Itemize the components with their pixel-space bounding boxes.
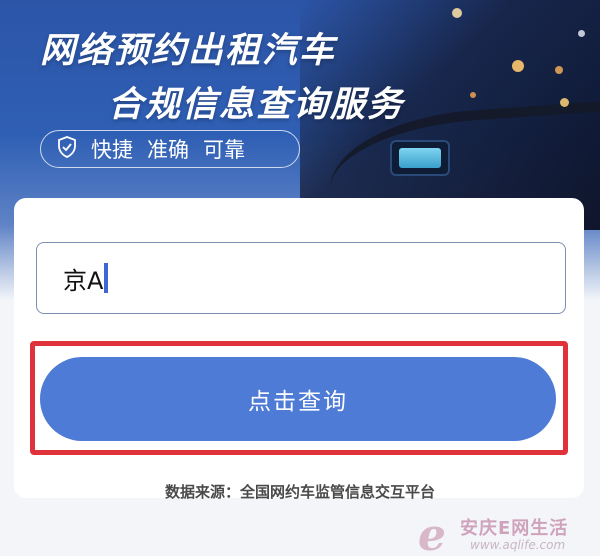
dashboard-display	[390, 140, 450, 176]
shield-check-icon	[57, 135, 77, 163]
watermark-url: www.aqlife.com	[470, 538, 566, 552]
tagline-item: 快捷	[91, 138, 133, 162]
bokeh-light	[452, 8, 462, 18]
data-source-text: 数据来源：全国网约车监管信息交互平台	[164, 483, 435, 501]
query-button[interactable]: 点击查询	[40, 357, 556, 441]
plate-input-value: 京A	[63, 266, 104, 295]
tagline-pill: 快捷 准确 可靠	[40, 130, 300, 168]
tagline-item: 准确	[147, 138, 189, 162]
watermark-logo: e 安庆E网生活 www.aqlife.com	[418, 510, 598, 556]
watermark-e-letter: e	[418, 510, 446, 556]
tagline-item: 可靠	[203, 138, 245, 162]
plate-number-input[interactable]: 京A	[36, 242, 566, 314]
bokeh-light	[512, 60, 524, 72]
bokeh-light	[470, 92, 476, 98]
banner-title-line2: 合规信息查询服务	[108, 85, 405, 125]
text-cursor	[104, 263, 109, 293]
bokeh-light	[578, 30, 585, 37]
bokeh-light	[560, 98, 569, 107]
watermark-site-name: 安庆E网生活	[460, 518, 569, 539]
banner-title-line1: 网络预约出租汽车	[40, 31, 337, 71]
bokeh-light	[555, 66, 563, 74]
